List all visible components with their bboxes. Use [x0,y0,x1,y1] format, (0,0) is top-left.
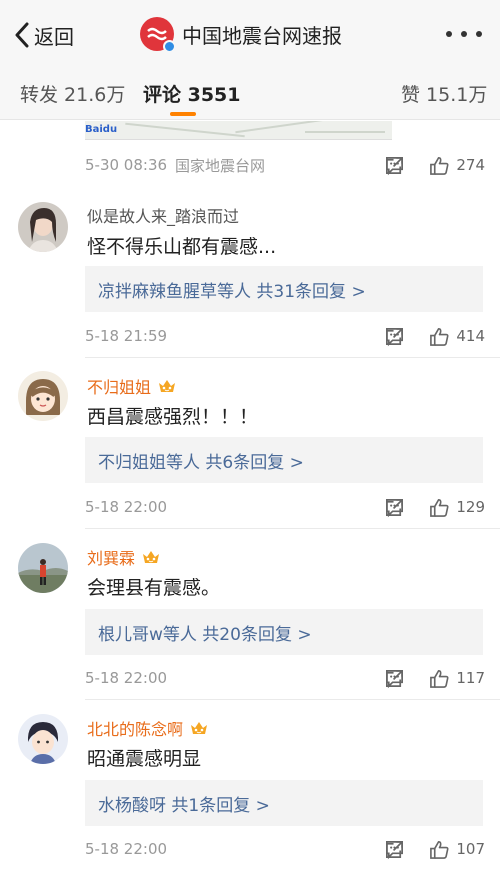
active-tab-indicator [170,112,196,116]
comment-author[interactable]: 似是故人来_踏浪而过 [87,203,239,227]
map-logo: Baidu [85,124,118,135]
comment-meta: 5-18 22:00 129 [85,492,485,522]
tab-like[interactable]: 赞 15.1万 [401,80,487,107]
more-dots-icon[interactable] [446,22,482,46]
comment-icon [386,669,404,688]
comment-actions: 129 [384,492,485,522]
replies-link[interactable]: 水杨酸呀 共1条回复 > [85,780,483,826]
post-source: 国家地震台网 [175,156,266,175]
comment-item: 刘巽霖 会理县有震感。 根儿哥w等人 共20条回复 > 5-18 22:00 1… [0,529,500,700]
avatar[interactable] [18,371,68,421]
comment-time: 5-18 22:00 [85,498,168,516]
comment-time: 5-18 22:00 [85,840,168,858]
replies-link[interactable]: 根儿哥w等人 共20条回复 > [85,609,483,655]
comment-time: 5-18 21:59 [85,327,168,345]
comment-button[interactable] [384,497,500,518]
comment-meta: 5-18 22:00 117 [85,663,485,693]
comment-text: 昭通震感明显 [87,748,202,770]
crown-icon [143,551,160,563]
verified-badge [163,40,176,53]
comment-item: 不归姐姐 西昌震感强烈！！！ 不归姐姐等人 共6条回复 > 5-18 22:00… [0,358,500,529]
comment-item: 似是故人来_踏浪而过 怪不得乐山都有震感... 凉拌麻辣鱼腥草等人 共31条回复… [0,186,500,357]
comment-actions: 414 [384,321,485,351]
crown-icon [191,722,208,734]
page-title: 中国地震台网速报 [182,23,342,48]
comment-author-name: 北北的陈念啊 [87,720,184,739]
avatar[interactable] [18,714,68,764]
comment-button[interactable] [384,326,500,347]
comment-author[interactable]: 北北的陈念啊 [87,716,209,740]
post-actions: 274 [384,150,485,180]
comment-actions: 107 [384,834,485,864]
back-button[interactable]: 返回 [14,20,74,50]
post-time: 5-30 08:36 [85,156,168,174]
tab-comment[interactable]: 评论 3551 [143,80,241,107]
comment-author-name: 不归姐姐 [87,378,152,397]
chevron-left-icon [15,22,29,48]
comment-author-name: 刘巽霖 [87,549,136,568]
avatar[interactable] [18,543,68,593]
comment-text: 会理县有震感。 [87,577,221,599]
comment-actions: 117 [384,663,485,693]
comment-author[interactable]: 刘巽霖 [87,545,161,569]
comment-meta: 5-18 21:59 414 [85,321,485,351]
avatar[interactable] [18,202,68,252]
comment-time: 5-18 22:00 [85,669,168,687]
map-image[interactable]: Baidu [85,121,392,140]
nav-bar: 返回 中国地震台网速报 [0,0,500,68]
comment-button[interactable] [384,839,500,860]
comment-button[interactable] [384,155,500,176]
comment-text: 怪不得乐山都有震感... [87,236,277,258]
comment-text: 西昌震感强烈！！！ [87,406,259,428]
comment-author[interactable]: 不归姐姐 [87,374,177,398]
crown-icon [159,380,176,392]
post-meta: 5-30 08:36 国家地震台网 274 [85,150,485,180]
back-label: 返回 [34,24,74,49]
comment-icon [386,327,404,346]
stats-tabs: 转发 21.6万 评论 3551 赞 15.1万 [0,68,500,120]
comment-icon [386,840,404,859]
account-logo [140,17,176,53]
comment-item: 北北的陈念啊 昭通震感明显 水杨酸呀 共1条回复 > 5-18 22:00 10… [0,700,500,875]
tab-repost[interactable]: 转发 21.6万 [20,80,125,107]
comment-button[interactable] [384,668,500,689]
replies-link[interactable]: 凉拌麻辣鱼腥草等人 共31条回复 > [85,266,483,312]
comment-meta: 5-18 22:00 107 [85,834,485,864]
account-title[interactable]: 中国地震台网速报 [140,16,342,53]
comment-icon [386,156,404,175]
comment-icon [386,498,404,517]
replies-link[interactable]: 不归姐姐等人 共6条回复 > [85,437,483,483]
